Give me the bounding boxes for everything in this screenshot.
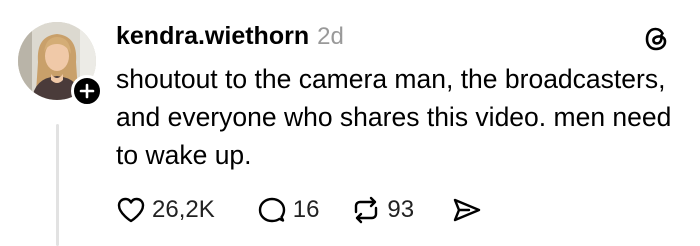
post-time: 2d: [317, 23, 344, 50]
thread-line: [56, 124, 59, 246]
avatar-container[interactable]: [18, 22, 103, 107]
username[interactable]: kendra.wiethorn: [116, 22, 309, 51]
repost-count: 93: [387, 196, 415, 223]
repost-arrows-icon: [355, 196, 378, 224]
plus-icon: [79, 83, 95, 99]
speech-bubble-icon: [258, 197, 285, 223]
post-header: kendra.wiethorn 2d: [116, 22, 344, 51]
post-text: shoutout to the camera man, the broadcas…: [116, 64, 672, 170]
follow-button[interactable]: [71, 75, 103, 107]
post-actions: 26,2K 16 93: [116, 190, 482, 230]
repost-button[interactable]: 93: [351, 196, 414, 224]
heart-icon: [117, 197, 145, 223]
reply-count: 16: [292, 196, 320, 223]
reply-button[interactable]: 16: [257, 196, 320, 224]
threads-logo-icon[interactable]: [642, 24, 672, 54]
send-icon: [453, 198, 481, 222]
like-button[interactable]: 26,2K: [116, 196, 215, 224]
like-count: 26,2K: [152, 196, 215, 223]
share-button[interactable]: [452, 196, 482, 224]
